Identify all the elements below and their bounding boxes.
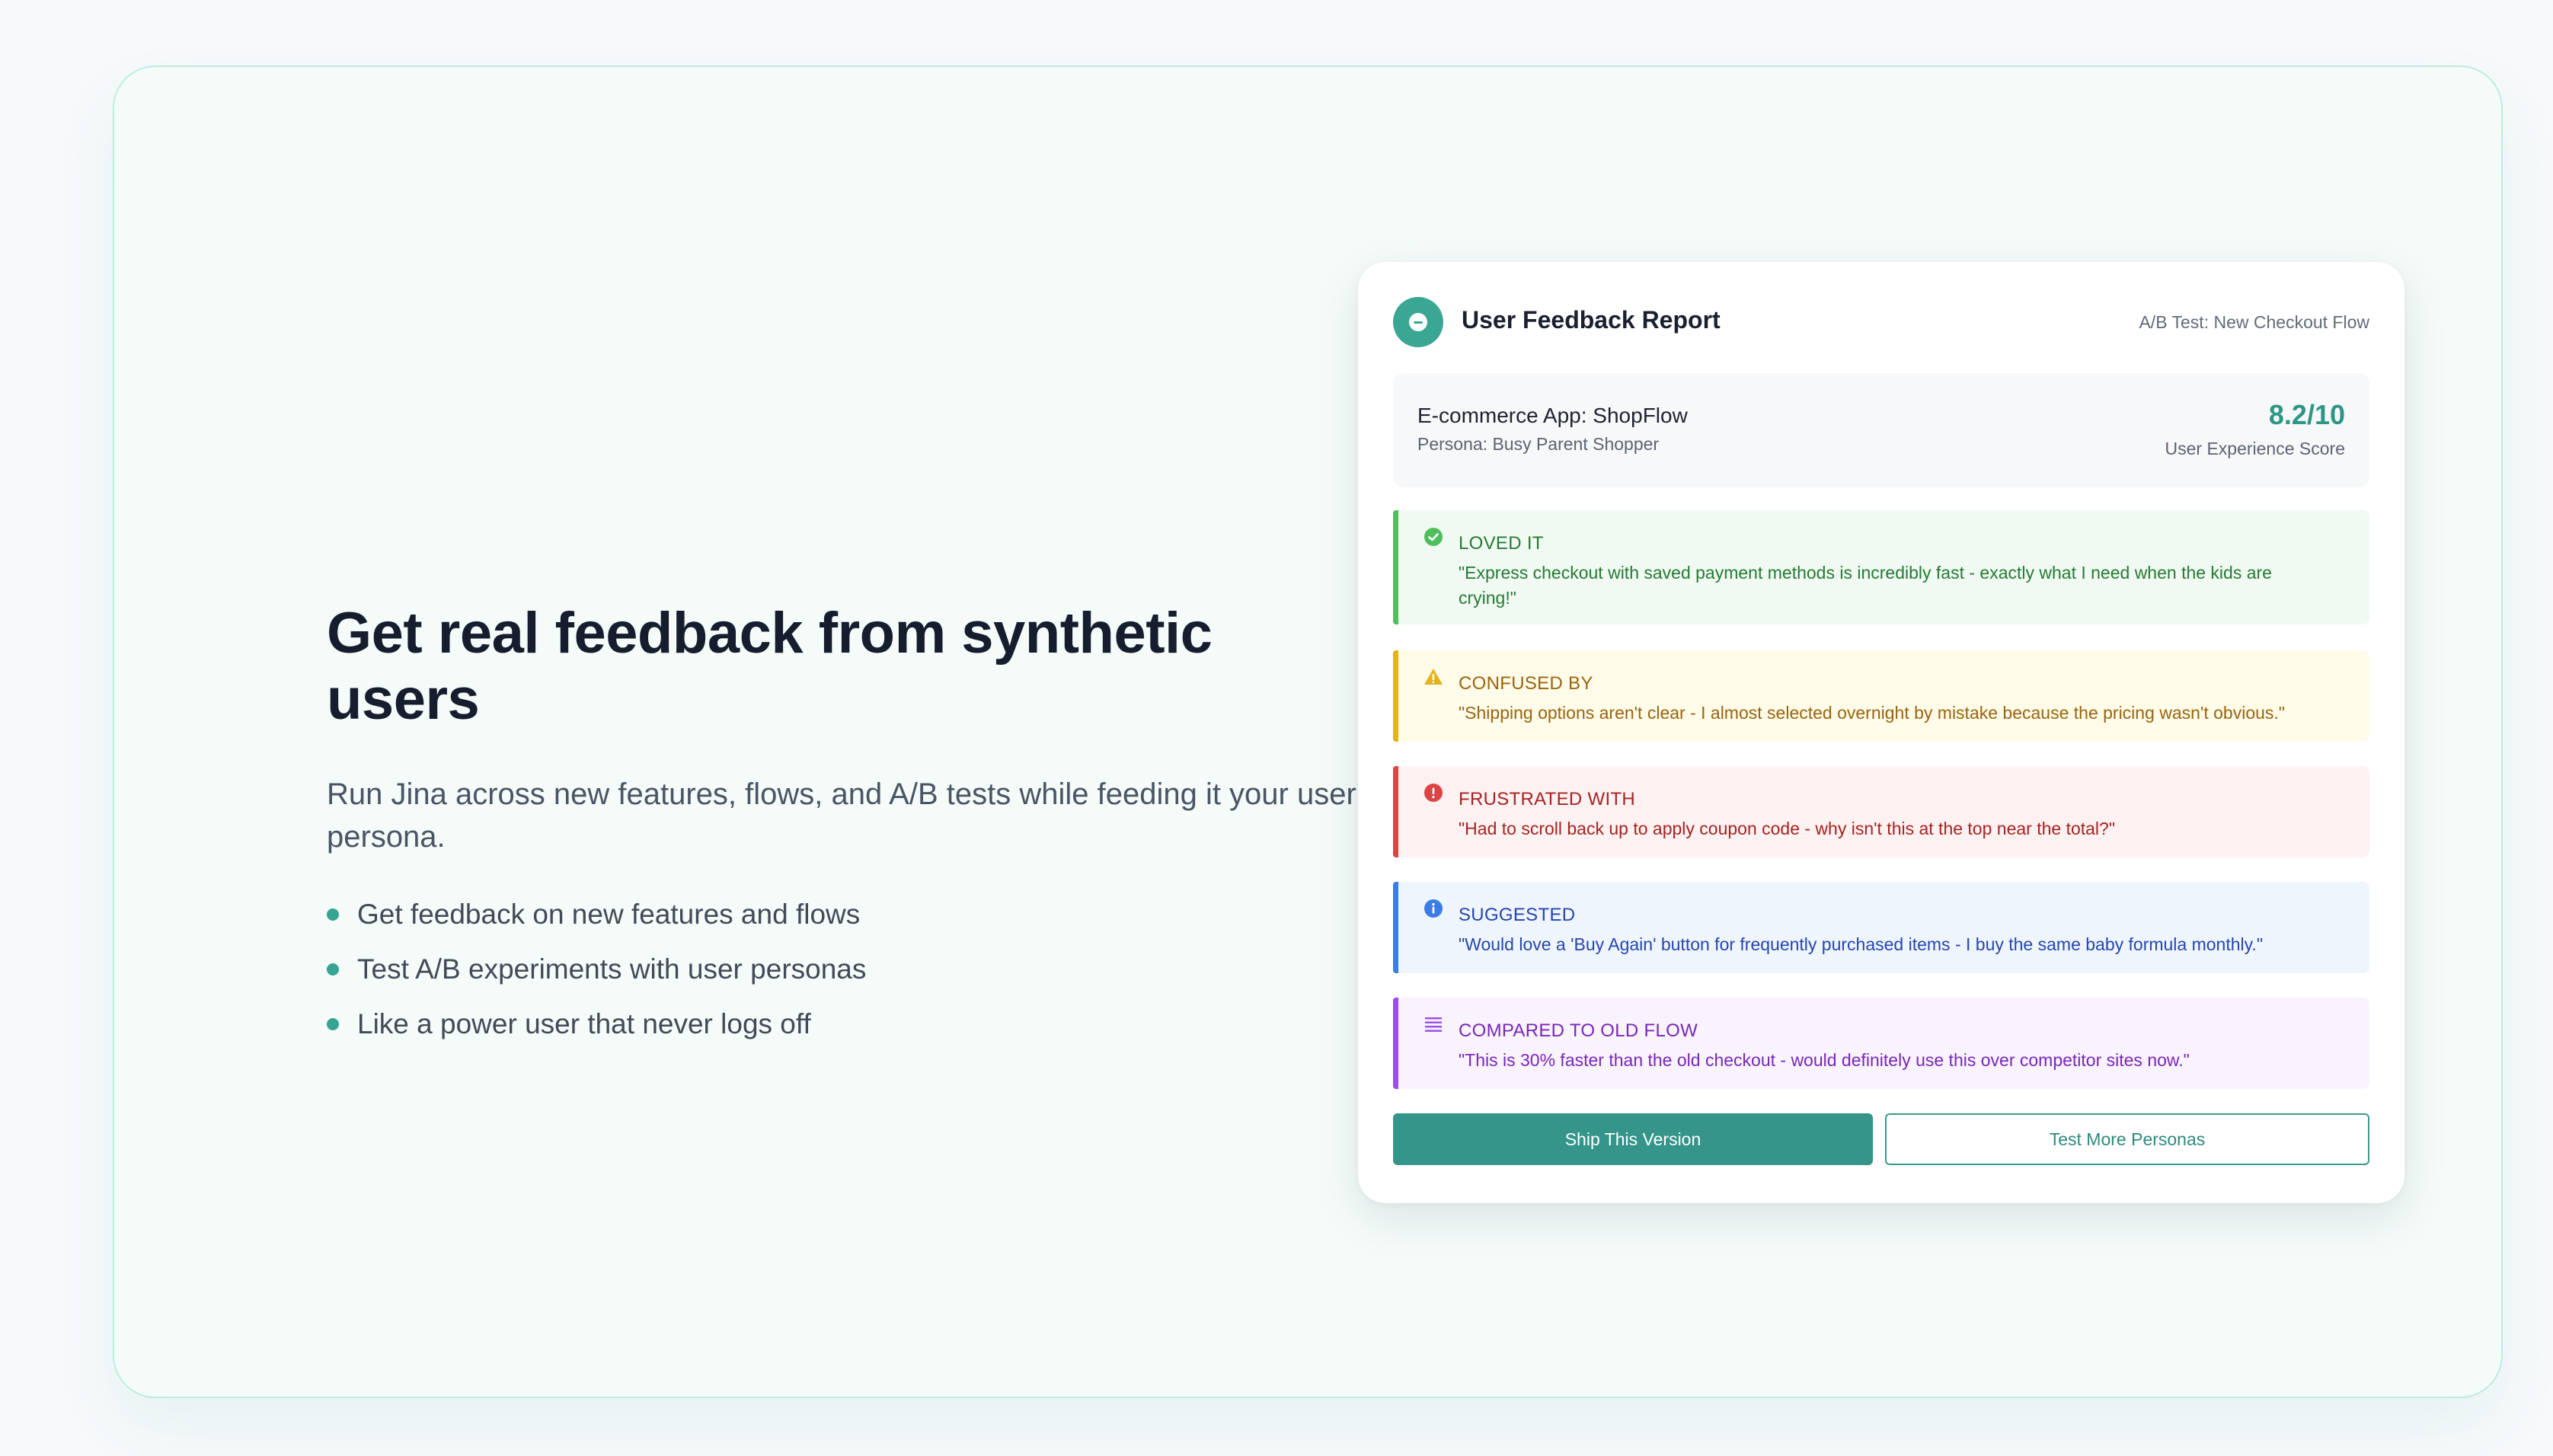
list-icon xyxy=(1423,1014,1443,1034)
feedback-label: COMPARED TO OLD FLOW xyxy=(1459,1020,1698,1041)
feedback-suggested: SUGGESTED "Would love a 'Buy Again' butt… xyxy=(1393,882,2369,973)
ab-test-label: A/B Test: New Checkout Flow xyxy=(2139,312,2369,332)
feedback-compared: COMPARED TO OLD FLOW "This is 30% faster… xyxy=(1393,998,2369,1089)
feedback-quote: "Would love a 'Buy Again' button for fre… xyxy=(1459,934,2263,954)
report-header: User Feedback Report A/B Test: New Check… xyxy=(1393,297,2369,347)
feedback-frustrated: FRUSTRATED WITH "Had to scroll back up t… xyxy=(1393,766,2369,857)
feature-list-item: Test A/B experiments with user personas xyxy=(327,947,1378,1001)
info-circle-icon xyxy=(1423,899,1443,918)
hero-copy: Get real feedback from synthetic users R… xyxy=(327,600,1378,1056)
app-name: E-commerce App: ShopFlow xyxy=(1417,404,1688,427)
ux-score: 8.2/10 xyxy=(2268,399,2345,430)
feedback-quote: "Express checkout with saved payment met… xyxy=(1459,563,2272,608)
feedback-quote: "This is 30% faster than the old checkou… xyxy=(1459,1050,2190,1070)
ship-version-button[interactable]: Ship This Version xyxy=(1393,1113,1873,1165)
feature-list: Get feedback on new features and flows T… xyxy=(327,892,1378,1056)
warning-triangle-icon xyxy=(1423,667,1443,687)
persona-label: Persona: Busy Parent Shopper xyxy=(1417,434,1660,454)
feedback-label: FRUSTRATED WITH xyxy=(1459,789,1636,809)
feedback-label: CONFUSED BY xyxy=(1459,673,1593,694)
feedback-label: SUGGESTED xyxy=(1459,905,1576,925)
app-summary: E-commerce App: ShopFlow Persona: Busy P… xyxy=(1393,373,2369,487)
feedback-quote: "Shipping options aren't clear - I almos… xyxy=(1459,703,2285,723)
report-title: User Feedback Report xyxy=(1462,306,1721,334)
feedback-loved: LOVED IT "Express checkout with saved pa… xyxy=(1393,510,2369,624)
alert-circle-icon xyxy=(1423,783,1443,803)
hero-subheadline: Run Jina across new features, flows, and… xyxy=(327,777,1378,854)
check-circle-icon xyxy=(1423,527,1443,547)
feature-list-item: Get feedback on new features and flows xyxy=(327,892,1378,947)
test-more-personas-button[interactable]: Test More Personas xyxy=(1885,1113,2369,1165)
feedback-quote: "Had to scroll back up to apply coupon c… xyxy=(1459,819,2115,838)
feature-list-item: Like a power user that never logs off xyxy=(327,1001,1378,1056)
ux-score-label: User Experience Score xyxy=(2165,439,2346,458)
chat-bubble-icon xyxy=(1393,297,1443,347)
feedback-label: LOVED IT xyxy=(1459,533,1544,554)
feedback-report-card: User Feedback Report A/B Test: New Check… xyxy=(1358,262,2404,1203)
page-title: Get real feedback from synthetic users xyxy=(327,601,1213,733)
feedback-confused: CONFUSED BY "Shipping options aren't cle… xyxy=(1393,650,2369,742)
